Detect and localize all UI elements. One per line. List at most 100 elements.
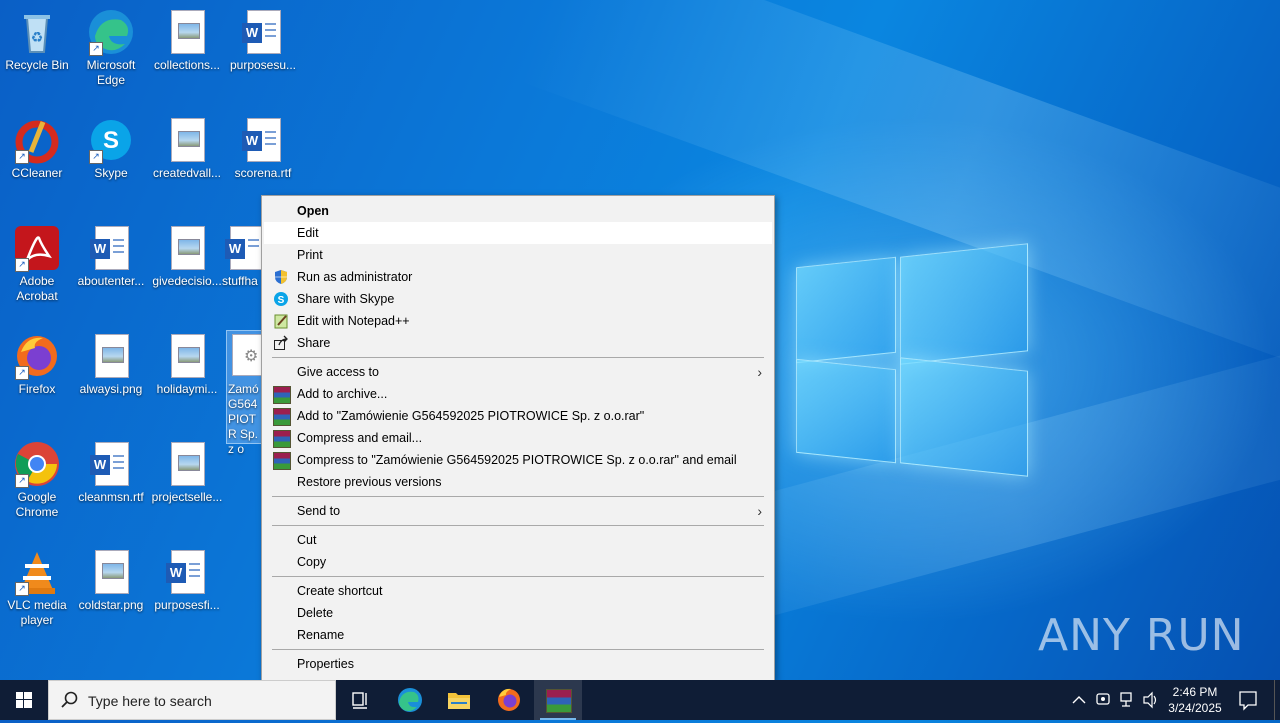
- taskbar-winrar[interactable]: [534, 680, 582, 720]
- menu-item-edit[interactable]: Edit: [264, 222, 772, 244]
- desktop-icon-file[interactable]: collections...: [150, 8, 224, 73]
- menu-separator: [272, 525, 764, 526]
- word-doc-icon: W: [239, 8, 287, 56]
- word-doc-icon: W: [163, 548, 211, 596]
- action-center-button[interactable]: [1236, 680, 1260, 720]
- word-doc-icon: W: [239, 116, 287, 164]
- edge-icon: [398, 688, 422, 712]
- image-file-icon: [163, 116, 211, 164]
- notepadpp-icon: [273, 313, 289, 329]
- system-clock[interactable]: 2:46 PM 3/24/2025: [1160, 684, 1230, 716]
- desktop-icon-ccleaner[interactable]: ↗ CCleaner: [0, 116, 74, 181]
- firefox-icon: ↗: [13, 332, 61, 380]
- menu-item-open[interactable]: Open: [264, 200, 772, 222]
- menu-item-delete[interactable]: Delete: [264, 602, 772, 624]
- menu-separator: [272, 496, 764, 497]
- desktop-icon-skype[interactable]: S ↗ Skype: [74, 116, 148, 181]
- recycle-bin-icon: ♻: [13, 8, 61, 56]
- show-hidden-icons-button[interactable]: [1070, 680, 1088, 720]
- clock-date: 3/24/2025: [1168, 701, 1222, 715]
- chevron-right-icon: ›: [757, 503, 762, 519]
- clock-time: 2:46 PM: [1172, 685, 1218, 699]
- desktop-icon-file[interactable]: coldstar.png: [74, 548, 148, 613]
- desktop-icon-vlc[interactable]: ↗ VLC media player: [0, 548, 74, 628]
- menu-item-share[interactable]: Share: [264, 332, 772, 354]
- desktop-icon-file[interactable]: createdvall...: [150, 116, 224, 181]
- menu-item-send-to[interactable]: Send to ›: [264, 500, 772, 522]
- winrar-icon: [273, 430, 291, 448]
- volume-icon[interactable]: [1142, 680, 1160, 720]
- acrobat-icon: ↗: [13, 224, 61, 272]
- taskbar-firefox[interactable]: [485, 680, 533, 720]
- image-file-icon: [87, 332, 135, 380]
- winrar-icon: [546, 689, 572, 713]
- menu-item-give-access[interactable]: Give access to ›: [264, 361, 772, 383]
- menu-item-add-archive[interactable]: Add to archive...: [264, 383, 772, 405]
- skype-icon: S ↗: [87, 116, 135, 164]
- task-view-button[interactable]: [336, 680, 384, 720]
- desktop-icon-file[interactable]: W purposesfi...: [150, 548, 224, 613]
- chevron-right-icon: ›: [757, 364, 762, 380]
- desktop-icon-acrobat[interactable]: ↗ Adobe Acrobat: [0, 224, 74, 304]
- windows-start-icon: [16, 692, 32, 708]
- menu-item-compress-to-rar-email[interactable]: Compress to "Zamówienie G564592025 PIOTR…: [264, 449, 772, 471]
- task-view-icon: [352, 692, 367, 709]
- ccleaner-icon: ↗: [13, 116, 61, 164]
- winrar-icon: [273, 386, 291, 404]
- word-doc-icon: W: [87, 224, 135, 272]
- menu-item-notepadpp[interactable]: Edit with Notepad++: [264, 310, 772, 332]
- taskbar-file-explorer[interactable]: [435, 680, 483, 720]
- menu-item-copy[interactable]: Copy: [264, 551, 772, 573]
- menu-item-add-to-rar[interactable]: Add to "Zamówienie G564592025 PIOTROWICE…: [264, 405, 772, 427]
- show-desktop-button[interactable]: [1274, 680, 1280, 720]
- menu-item-properties[interactable]: Properties: [264, 653, 772, 675]
- menu-item-run-as-admin[interactable]: Run as administrator: [264, 266, 772, 288]
- desktop-icon-firefox[interactable]: ↗ Firefox: [0, 332, 74, 397]
- desktop-icon-selected-file[interactable]: ⚙ Zamó G564 PIOTR Sp. z o: [226, 332, 262, 457]
- image-file-icon: [163, 224, 211, 272]
- image-file-icon: [87, 548, 135, 596]
- taskbar-search-box[interactable]: Type here to search: [48, 680, 336, 720]
- winrar-icon: [273, 452, 291, 470]
- search-icon: [61, 691, 79, 712]
- share-icon: [273, 335, 289, 351]
- menu-item-rename[interactable]: Rename: [264, 624, 772, 646]
- desktop-icon-recycle-bin[interactable]: ♻ Recycle Bin: [0, 8, 74, 73]
- windows-logo-wallpaper: [796, 242, 1028, 480]
- desktop-icon-file[interactable]: projectselle...: [150, 440, 224, 505]
- desktop-icon-file[interactable]: givedecisio...: [150, 224, 224, 289]
- svg-text:S: S: [103, 127, 119, 154]
- desktop-icon-file[interactable]: holidaymi...: [150, 332, 224, 397]
- notification-icon: [1239, 691, 1257, 711]
- svg-text:♻: ♻: [31, 30, 44, 46]
- menu-item-share-skype[interactable]: S Share with Skype: [264, 288, 772, 310]
- start-button[interactable]: [0, 680, 48, 720]
- taskbar-edge[interactable]: [386, 680, 434, 720]
- desktop-icon-file[interactable]: W stuffha: [222, 224, 262, 289]
- uac-shield-icon: [273, 269, 289, 285]
- desktop-icon-file[interactable]: alwaysi.png: [74, 332, 148, 397]
- edge-icon: ↗: [87, 8, 135, 56]
- network-icon[interactable]: [1118, 680, 1136, 720]
- menu-separator: [272, 576, 764, 577]
- firefox-icon: [498, 688, 520, 711]
- chevron-up-icon: [1072, 696, 1086, 704]
- tray-device-icon[interactable]: [1094, 680, 1112, 720]
- menu-item-cut[interactable]: Cut: [264, 529, 772, 551]
- menu-item-compress-email[interactable]: Compress and email...: [264, 427, 772, 449]
- vlc-icon: ↗: [13, 548, 61, 596]
- menu-item-print[interactable]: Print: [264, 244, 772, 266]
- desktop-icon-chrome[interactable]: ↗ Google Chrome: [0, 440, 74, 520]
- desktop-icon-file[interactable]: W cleanmsn.rtf: [74, 440, 148, 505]
- image-file-icon: [163, 440, 211, 488]
- desktop-icon-file[interactable]: W purposesu...: [226, 8, 300, 73]
- desktop-icon-file[interactable]: W scorena.rtf: [226, 116, 300, 181]
- word-doc-icon: W: [222, 224, 262, 272]
- winrar-icon: [273, 408, 291, 426]
- menu-item-restore-versions[interactable]: Restore previous versions: [264, 471, 772, 493]
- desktop-icon-file[interactable]: W aboutenter...: [74, 224, 148, 289]
- svg-text:S: S: [278, 295, 285, 306]
- menu-item-create-shortcut[interactable]: Create shortcut: [264, 580, 772, 602]
- word-doc-icon: W: [87, 440, 135, 488]
- desktop-icon-edge[interactable]: ↗ Microsoft Edge: [74, 8, 148, 88]
